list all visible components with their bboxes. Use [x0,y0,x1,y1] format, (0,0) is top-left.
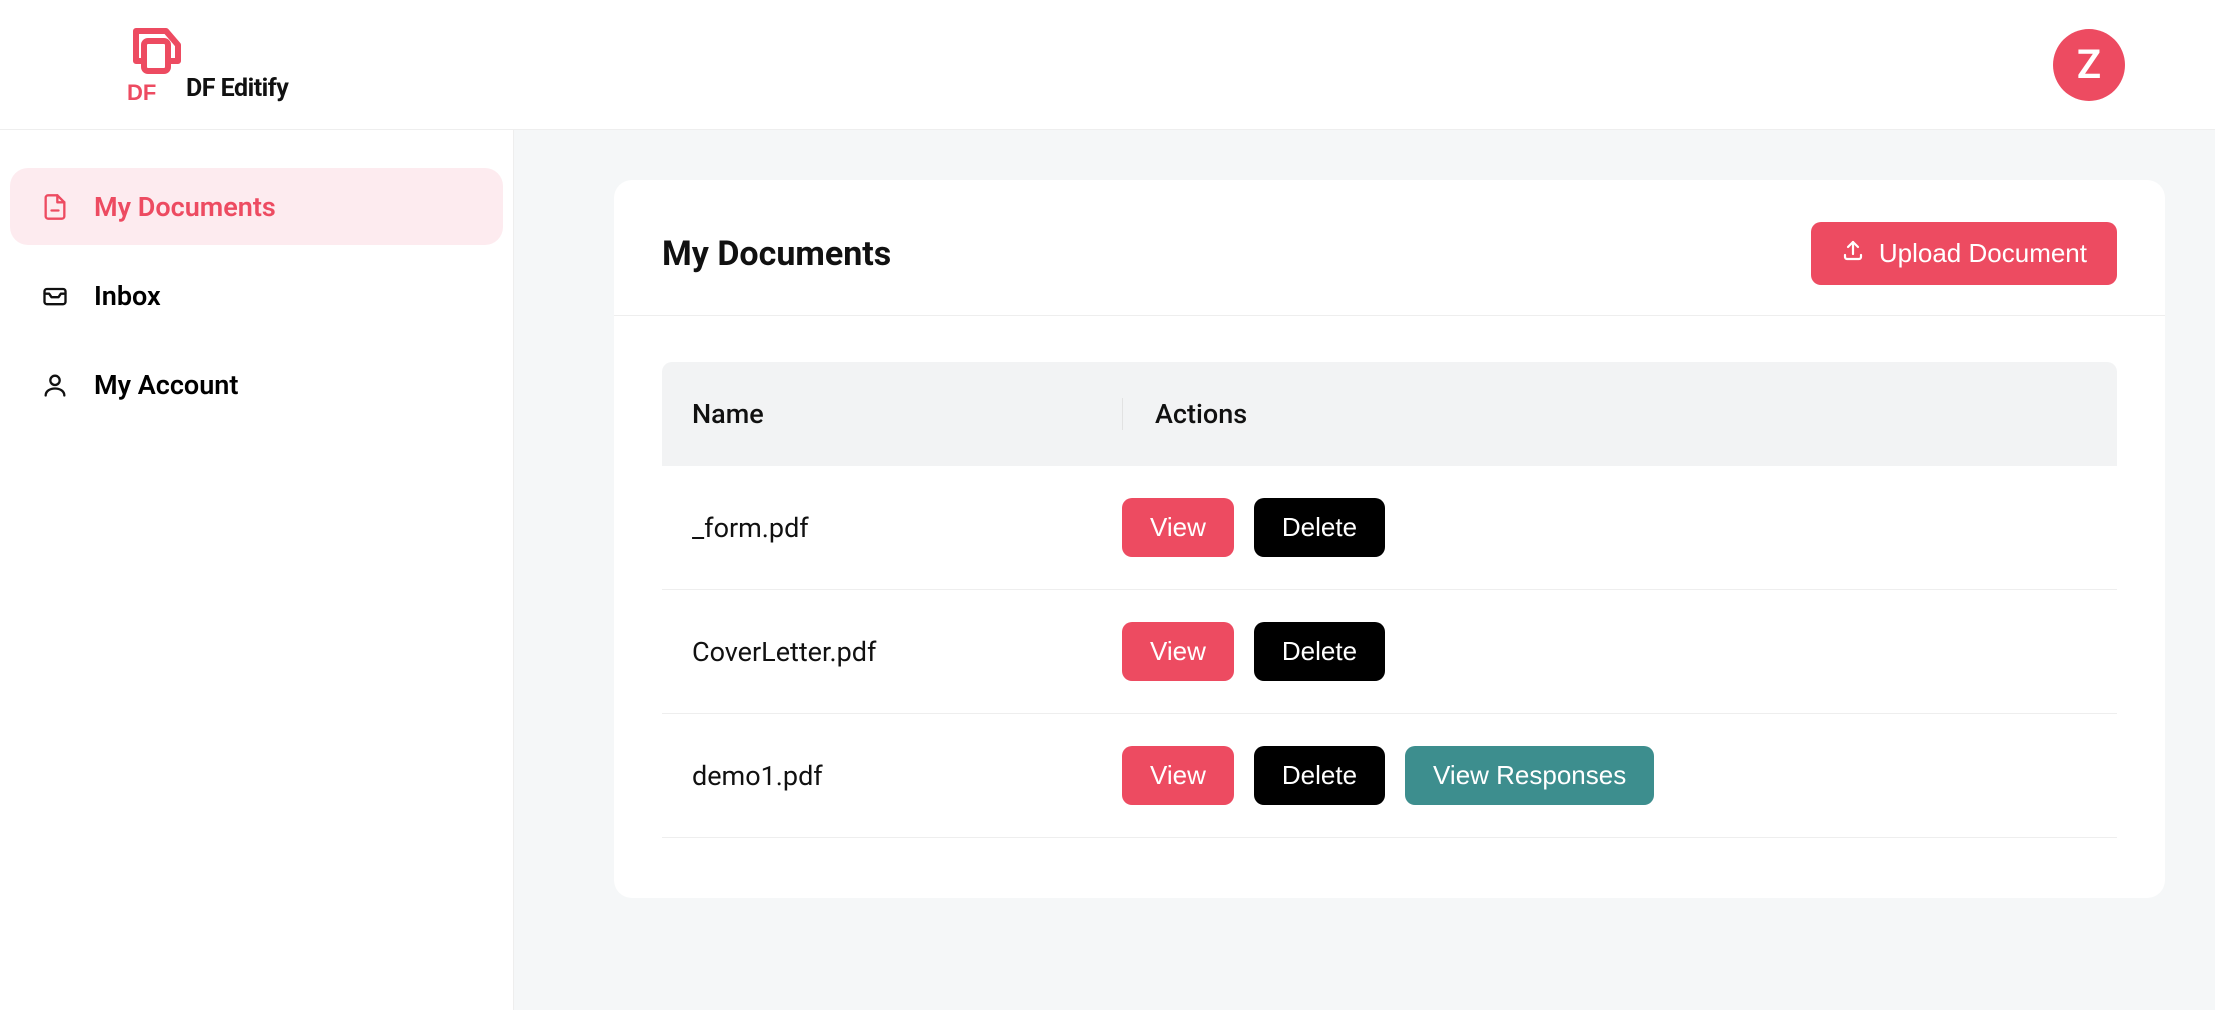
user-icon [40,371,70,399]
view-button[interactable]: View [1122,622,1234,681]
sidebar-item-label: My Account [94,369,238,401]
inbox-icon [40,282,70,310]
row-actions: View Delete [1122,622,2087,681]
file-icon [40,193,70,221]
document-name: _form.pdf [692,512,1122,544]
avatar-initial: Z [2077,41,2101,88]
row-actions: View Delete View Responses [1122,746,2087,805]
view-responses-button[interactable]: View Responses [1405,746,1654,805]
brand-text: DF Editify [186,74,288,103]
sidebar: My Documents Inbox My Account [0,130,514,1010]
sidebar-item-my-account[interactable]: My Account [10,346,503,423]
upload-button-label: Upload Document [1879,238,2087,269]
brand-logo[interactable]: DF DF Editify [122,25,288,105]
svg-text:DF: DF [127,80,156,105]
delete-button[interactable]: Delete [1254,746,1385,805]
table-row: _form.pdf View Delete [662,466,2117,590]
sidebar-item-label: Inbox [94,280,161,312]
column-header-actions: Actions [1122,398,2087,430]
sidebar-item-my-documents[interactable]: My Documents [10,168,503,245]
view-button[interactable]: View [1122,498,1234,557]
row-actions: View Delete [1122,498,2087,557]
view-button[interactable]: View [1122,746,1234,805]
documents-panel: My Documents Upload Document Nam [614,180,2165,898]
documents-table: Name Actions _form.pdf View Delete Cover… [662,362,2117,838]
table-head: Name Actions [662,362,2117,466]
panel-body: Name Actions _form.pdf View Delete Cover… [614,316,2165,898]
sidebar-item-inbox[interactable]: Inbox [10,257,503,334]
main-area: My Documents Upload Document Nam [514,130,2215,1010]
sidebar-item-label: My Documents [94,191,276,223]
upload-icon [1841,238,1865,269]
panel-header: My Documents Upload Document [614,180,2165,316]
delete-button[interactable]: Delete [1254,622,1385,681]
top-header: DF DF Editify Z [0,0,2215,130]
document-name: demo1.pdf [692,760,1122,792]
document-name: CoverLetter.pdf [692,636,1122,668]
upload-document-button[interactable]: Upload Document [1811,222,2117,285]
table-row: CoverLetter.pdf View Delete [662,590,2117,714]
pdf-logo-icon: DF [122,25,184,105]
page-title: My Documents [662,234,891,274]
table-row: demo1.pdf View Delete View Responses [662,714,2117,838]
avatar[interactable]: Z [2053,29,2125,101]
column-header-name: Name [692,398,1122,430]
body-area: My Documents Inbox My Account [0,130,2215,1010]
delete-button[interactable]: Delete [1254,498,1385,557]
